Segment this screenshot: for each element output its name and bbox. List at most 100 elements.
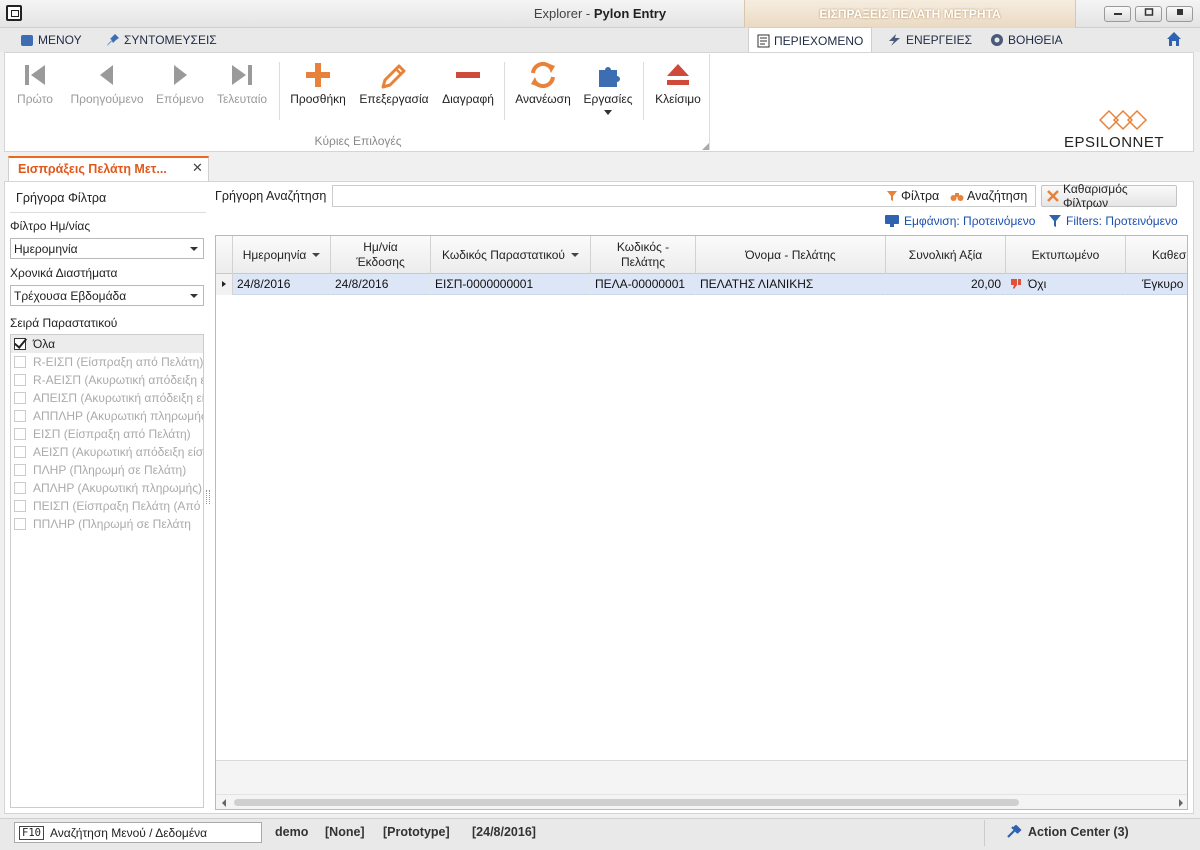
table-cell[interactable]: ΠΕΛΑΤΗΣ ΛΙΑΝΙΚΗΣ [696,274,886,295]
cell-value: Όχι [1028,277,1047,291]
column-header[interactable]: Ημερομηνία [233,236,331,274]
table-cell[interactable]: ΕΙΣΠ-0000000001 [431,274,591,295]
add-button[interactable]: Προσθήκη [288,58,348,118]
column-header[interactable]: Όνομα - Πελάτης [696,236,886,274]
table-cell[interactable]: Όχι [1006,274,1126,295]
horizontal-scrollbar[interactable] [216,794,1187,809]
scroll-left-icon[interactable] [222,799,226,807]
filters-layout-label: Filters: Προτεινόμενο [1066,214,1178,228]
table-cell[interactable]: 24/8/2016 [233,274,331,295]
column-header[interactable]: Συνολική Αξία [886,236,1006,274]
series-list-item[interactable]: R-ΑΕΙΣΠ (Ακυρωτική απόδειξη είσπραξης) [11,371,203,389]
table-row[interactable]: 24/8/2016 24/8/2016 ΕΙΣΠ-0000000001 ΠΕΛΑ-00… [216,274,1187,295]
column-header[interactable]: Κωδικός Παραστατικού [431,236,591,274]
table-cell[interactable]: 24/8/2016 [331,274,431,295]
divider [10,212,206,213]
period-label: Χρονικά Διαστήματα [10,266,118,280]
group-expand-icon[interactable] [702,139,709,153]
menu-search-label: Αναζήτηση Μενού / Δεδομένα [49,825,208,840]
sort-dropdown-icon[interactable] [312,253,321,257]
minus-icon [456,72,480,78]
series-item-label: ΑΠΠΛΗΡ (Ακυρωτική πληρωμής) [33,409,203,423]
refresh-button[interactable]: Ανανέωση [512,58,574,118]
column-header[interactable]: Κωδικός - Πελάτης [591,236,696,274]
thumbs-down-icon [1011,279,1021,289]
menu-button[interactable]: ΜΕΝΟΥ [20,33,82,47]
checkbox[interactable] [14,428,26,440]
delete-button[interactable]: Διαγραφή [438,58,498,118]
clear-filters-button[interactable]: Καθαρισμός Φίλτρων [1041,182,1177,210]
series-list-item[interactable]: ΑΠΠΛΗΡ (Ακυρωτική πληρωμής) [11,407,203,425]
period-select[interactable]: Τρέχουσα Εβδομάδα [10,285,204,306]
tasks-button[interactable]: Εργασίες [580,58,636,118]
filters-layout-link[interactable]: Filters: Προτεινόμενο [1048,214,1178,228]
series-list-item[interactable]: ΑΠΛΗΡ (Ακυρωτική πληρωμής) [11,479,203,497]
cell-value: ΠΕΛΑ-00000001 [595,277,686,291]
epsilon-logo-mark [1098,107,1150,136]
series-list-item[interactable]: ΠΛΗΡ (Πληρωμή σε Πελάτη) [11,461,203,479]
column-header[interactable]: Εκτυπωμένο [1006,236,1126,274]
panel-splitter[interactable] [206,490,210,504]
first-button[interactable]: Πρώτο [14,58,56,118]
next-button[interactable]: Επόμενο [155,58,205,118]
tab-actions[interactable]: ΕΝΕΡΓΕΙΕΣ [878,28,980,52]
tab-content[interactable]: ΠΕΡΙΕΧΟΜΕΝΟ [748,27,873,53]
series-list-item[interactable]: ΕΙΣΠ (Είσπραξη από Πελάτη) [11,425,203,443]
edit-button[interactable]: Επεξεργασία [357,58,431,118]
chevron-down-icon [190,247,198,251]
column-header-label: Όνομα - Πελάτης [745,247,836,262]
checkbox[interactable] [14,374,26,386]
series-item-label: ΠΕΙΣΠ (Είσπραξη Πελάτη (Από [33,499,201,513]
checkbox[interactable] [14,410,26,422]
checkbox[interactable] [14,338,26,350]
checkbox[interactable] [14,464,26,476]
row-indicator-icon[interactable] [216,274,233,295]
date-filter-select[interactable]: Ημερομηνία [10,238,204,259]
previous-button[interactable]: Προηγούμενο [68,58,146,118]
status-user: demo [275,825,309,839]
last-label: Τελευταίο [216,92,268,106]
menu-search-box[interactable]: F10 Αναζήτηση Μενού / Δεδομένα [14,822,262,843]
column-header-label: Συνολική Αξία [908,247,983,262]
last-button[interactable]: Τελευταίο [212,58,272,118]
scroll-right-icon[interactable] [1179,799,1183,807]
series-list-item[interactable]: ΠΕΙΣΠ (Είσπραξη Πελάτη (Από [11,497,203,515]
divider [984,820,985,846]
tab-help[interactable]: ΒΟΗΘΕΙΑ [982,28,1071,52]
sort-dropdown-icon[interactable] [571,253,579,257]
checkbox[interactable] [14,500,26,512]
column-header[interactable]: Καθεσ [1126,236,1187,274]
checkbox[interactable] [14,356,26,368]
document-tab-close-icon[interactable]: ✕ [192,160,203,176]
shortcuts-button[interactable]: ΣΥΝΤΟΜΕΥΣΕΙΣ [106,33,217,47]
checkbox[interactable] [14,518,26,530]
filters-toggle[interactable]: Φίλτρα [886,189,939,203]
minimize-button[interactable] [1104,6,1131,22]
logo-text-a: EPSILON [1064,134,1133,151]
table-cell[interactable]: 20,00 [886,274,1006,295]
series-list-item[interactable]: ΠΠΛΗΡ (Πληρωμή σε Πελάτη [11,515,203,533]
series-list-item[interactable]: R-ΕΙΣΠ (Είσπραξη από Πελάτη) [11,353,203,371]
close-window-button[interactable] [1166,6,1193,22]
logo-text-b: NET [1132,134,1165,151]
checkbox[interactable] [14,392,26,404]
table-cell[interactable]: Έγκυρο [1126,274,1187,295]
column-header-label: Ημ/νία Έκδοσης [356,240,405,269]
filters-label: Φίλτρα [901,189,940,203]
home-button[interactable] [1166,31,1182,50]
series-list-item[interactable]: Όλα [11,335,203,353]
table-cell[interactable]: ΠΕΛΑ-00000001 [591,274,696,295]
column-header[interactable]: Ημ/νία Έκδοσης [331,236,431,274]
checkbox[interactable] [14,446,26,458]
action-center-button[interactable]: Action Center (3) [1006,825,1129,839]
scrollbar-thumb[interactable] [234,799,1019,806]
series-list-item[interactable]: ΑΕΙΣΠ (Ακυρωτική απόδειξη είσπραξης) [11,443,203,461]
maximize-button[interactable] [1135,6,1162,22]
series-item-label: R-ΕΙΣΠ (Είσπραξη από Πελάτη) [33,355,203,369]
clear-filters-label: Καθαρισμός Φίλτρων [1062,182,1128,210]
view-layout-link[interactable]: Εμφάνιση: Προτεινόμενο [884,214,1035,228]
close-button[interactable]: Κλείσιμο [650,58,706,118]
search-button[interactable]: Αναζήτηση [950,189,1027,203]
checkbox[interactable] [14,482,26,494]
series-list-item[interactable]: ΑΠΕΙΣΠ (Ακυρωτική απόδειξη είσπραξης) [11,389,203,407]
